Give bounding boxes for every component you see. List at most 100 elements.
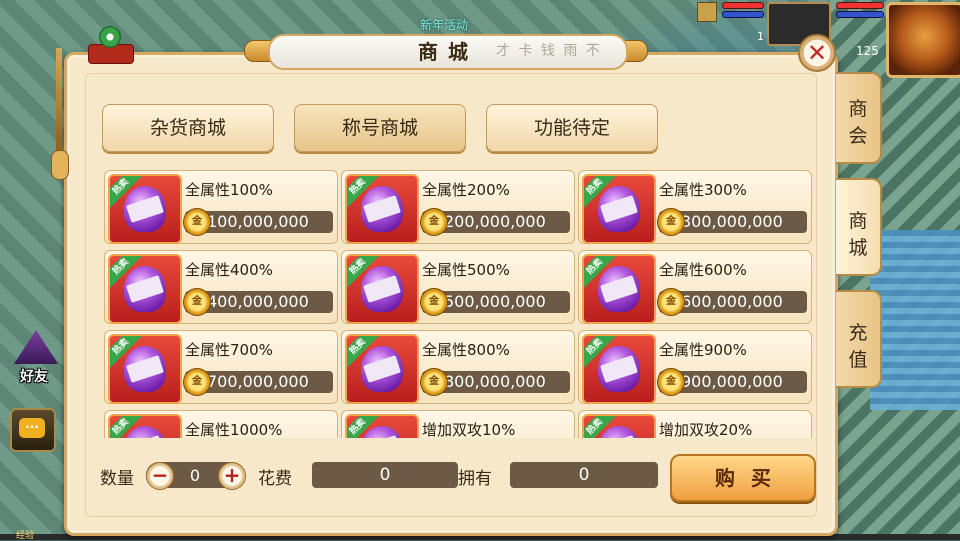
potion-item-icon: 热卖 xyxy=(108,174,182,244)
item-price-value: 500,000,000 xyxy=(444,292,546,311)
tab-pending-function[interactable]: 功能待定 xyxy=(486,104,658,152)
tassel-bob-decoration xyxy=(51,150,69,180)
gold-coin-icon: 金 xyxy=(657,368,685,396)
pet-level: 1 xyxy=(757,30,764,43)
quantity-stepper: − 0 + xyxy=(146,462,246,490)
friend-hat-icon xyxy=(14,330,58,364)
side-tab-guild[interactable]: 商 会 xyxy=(836,72,882,164)
side-tab-shop[interactable]: 商 城 xyxy=(836,178,882,276)
quantity-label: 数量 xyxy=(100,469,134,489)
close-button[interactable]: ✕ xyxy=(798,34,836,72)
shop-item-card[interactable]: 热卖 全属性800% 金 800,000,000 xyxy=(341,330,575,404)
water-pool xyxy=(870,230,960,410)
item-name: 全属性900% xyxy=(659,341,747,359)
item-price: 金 700,000,000 xyxy=(183,368,333,396)
item-grid[interactable]: 热卖 全属性100% 金 100,000,000 热卖 全属性200% 金 200,000,0… xyxy=(100,166,816,438)
item-name: 全属性800% xyxy=(422,341,510,359)
buff-icon[interactable] xyxy=(697,2,717,22)
owned-label: 拥有 xyxy=(458,469,492,489)
shop-item-card[interactable]: 热卖 全属性500% 金 500,000,000 xyxy=(341,250,575,324)
potion-item-icon: 热卖 xyxy=(345,254,419,324)
item-name: 全属性100% xyxy=(185,181,273,199)
gold-coin-icon: 金 xyxy=(183,368,211,396)
item-price-value: 100,000,000 xyxy=(207,212,309,231)
title-decoration-text: 才 卡 钱 雨 不 xyxy=(496,43,602,59)
item-name: 增加双攻10% xyxy=(422,421,516,438)
gold-coin-icon: 金 xyxy=(420,208,448,236)
potion-item-icon: 热卖 xyxy=(582,254,656,324)
pet-hp-mp-bars xyxy=(722,0,764,24)
shop-item-card[interactable]: 热卖 全属性100% 金 100,000,000 xyxy=(104,170,338,244)
potion-item-icon: 热卖 xyxy=(582,174,656,244)
gold-coin-icon: 金 xyxy=(420,288,448,316)
quantity-minus-button[interactable]: − xyxy=(146,462,174,490)
shop-item-card[interactable]: 热卖 全属性900% 金 900,000,000 xyxy=(578,330,812,404)
hero-level: 125 xyxy=(856,44,879,58)
side-tab-guild-char-2: 会 xyxy=(848,125,868,147)
item-name: 全属性200% xyxy=(422,181,510,199)
shop-item-card[interactable]: 热卖增加双攻10%金 xyxy=(341,410,575,438)
item-name: 增加双攻20% xyxy=(659,421,753,438)
potion-flask xyxy=(598,426,640,438)
item-price-value: 700,000,000 xyxy=(207,372,309,391)
cost-value: 0 xyxy=(312,462,458,488)
potion-flask xyxy=(361,426,403,438)
item-price: 金 900,000,000 xyxy=(657,368,807,396)
potion-flask xyxy=(124,426,166,438)
gold-coin-icon: 金 xyxy=(657,208,685,236)
buy-button[interactable]: 购买 xyxy=(670,454,816,502)
shop-item-card[interactable]: 热卖 全属性400% 金 400,000,000 xyxy=(104,250,338,324)
item-price: 金 100,000,000 xyxy=(183,208,333,236)
chat-button[interactable]: ··· xyxy=(10,408,56,452)
exp-label: 经验 xyxy=(16,531,35,541)
potion-item-icon: 热卖 xyxy=(108,254,182,324)
chat-bubble-icon: ··· xyxy=(19,418,45,438)
potion-item-icon: 热卖 xyxy=(345,174,419,244)
panel-title: 商城 xyxy=(418,40,478,64)
event-text[interactable]: 新年活动 xyxy=(420,16,468,33)
gold-coin-icon: 金 xyxy=(183,208,211,236)
item-name: 全属性400% xyxy=(185,261,273,279)
shop-item-card[interactable]: 热卖 全属性200% 金 200,000,000 xyxy=(341,170,575,244)
pet-mp-bar xyxy=(722,11,764,18)
item-name: 全属性1000% xyxy=(185,421,283,438)
friend-button[interactable]: 好友 xyxy=(10,330,62,386)
side-tab-shop-char-2: 城 xyxy=(848,237,868,259)
quantity-plus-button[interactable]: + xyxy=(218,462,246,490)
gold-coin-icon: 金 xyxy=(420,368,448,396)
hero-portrait[interactable] xyxy=(886,2,960,78)
item-price: 金 600,000,000 xyxy=(657,288,807,316)
item-name: 全属性500% xyxy=(422,261,510,279)
shop-item-card[interactable]: 热卖 全属性300% 金 300,000,000 xyxy=(578,170,812,244)
gold-coin-icon: 金 xyxy=(183,288,211,316)
potion-item-icon: 热卖 xyxy=(582,414,656,438)
shop-emblem-icon xyxy=(88,26,134,72)
gold-coin-icon: 金 xyxy=(657,288,685,316)
item-price-value: 800,000,000 xyxy=(444,372,546,391)
item-price: 金 800,000,000 xyxy=(420,368,570,396)
shop-item-card[interactable]: 热卖 全属性600% 金 600,000,000 xyxy=(578,250,812,324)
hero-hp-mp-bars xyxy=(836,0,884,24)
shop-item-card[interactable]: 热卖全属性1000%金 xyxy=(104,410,338,438)
item-price: 金 300,000,000 xyxy=(657,208,807,236)
side-tab-shop-char-1: 商 xyxy=(848,210,868,232)
emblem-jade-ring xyxy=(99,26,121,48)
shop-item-card[interactable]: 热卖增加双攻20%金 xyxy=(578,410,812,438)
cost-label: 花费 xyxy=(258,469,292,489)
item-price-value: 400,000,000 xyxy=(207,292,309,311)
side-tab-recharge[interactable]: 充 值 xyxy=(836,290,882,388)
item-price-value: 600,000,000 xyxy=(681,292,783,311)
item-name: 全属性300% xyxy=(659,181,747,199)
item-name: 全属性700% xyxy=(185,341,273,359)
item-price: 金 500,000,000 xyxy=(420,288,570,316)
hero-hp-bar xyxy=(836,2,884,9)
tab-title-store[interactable]: 称号商城 xyxy=(294,104,466,152)
shop-item-card[interactable]: 热卖 全属性700% 金 700,000,000 xyxy=(104,330,338,404)
tassel-decoration xyxy=(56,48,62,158)
tab-general-store[interactable]: 杂货商城 xyxy=(102,104,274,152)
side-tab-guild-char-1: 商 xyxy=(848,98,868,120)
potion-item-icon: 热卖 xyxy=(345,334,419,404)
quantity-value[interactable]: 0 xyxy=(172,462,218,488)
hero-mp-bar xyxy=(836,11,884,18)
item-price-value: 200,000,000 xyxy=(444,212,546,231)
